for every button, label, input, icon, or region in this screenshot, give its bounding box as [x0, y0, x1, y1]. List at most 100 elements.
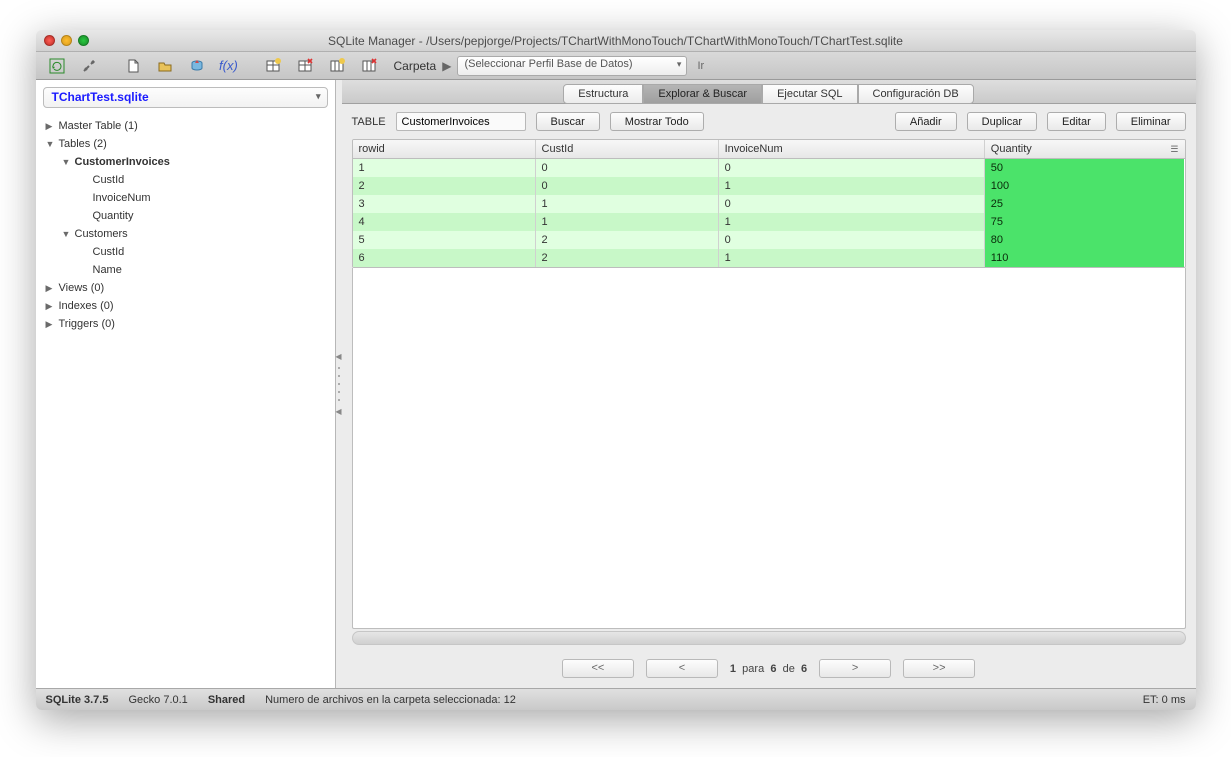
data-grid: rowid CustId InvoiceNum Quantity☰ 100502… — [352, 139, 1186, 268]
table-row[interactable]: 41175 — [353, 213, 1185, 231]
tree-table-customerinvoices[interactable]: ▼CustomerInvoices — [36, 153, 335, 171]
col-rowid[interactable]: rowid — [353, 140, 536, 158]
tab-explorar-buscar[interactable]: Explorar & Buscar — [643, 84, 762, 104]
cell-quantity[interactable]: 25 — [985, 195, 1185, 213]
current-table-name[interactable] — [396, 112, 526, 131]
tree-master-table[interactable]: ▶Master Table (1) — [36, 117, 335, 135]
cell-custid[interactable]: 2 — [536, 249, 719, 267]
ir-button[interactable]: Ir — [697, 60, 704, 72]
tree-views[interactable]: ▶Views (0) — [36, 279, 335, 297]
cell-invoicenum[interactable]: 1 — [719, 177, 985, 195]
table-row[interactable]: 621110 — [353, 249, 1185, 267]
cell-quantity[interactable]: 110 — [985, 249, 1185, 267]
tree-col[interactable]: CustId — [36, 171, 335, 189]
cell-custid[interactable]: 0 — [536, 159, 719, 177]
table-action-bar: TABLE Buscar Mostrar Todo Añadir Duplica… — [342, 104, 1196, 139]
database-picker[interactable]: TChartTest.sqlite — [43, 87, 328, 108]
duplicar-button[interactable]: Duplicar — [967, 112, 1037, 131]
window-title: SQLite Manager - /Users/pepjorge/Project… — [36, 34, 1196, 48]
horizontal-scrollbar[interactable] — [352, 631, 1186, 645]
pager-current: 1 — [730, 663, 736, 675]
tree-col[interactable]: Quantity — [36, 207, 335, 225]
cell-rowid[interactable]: 4 — [353, 213, 536, 231]
tree-triggers[interactable]: ▶Triggers (0) — [36, 315, 335, 333]
pager: << < 1 para 6 de 6 > >> — [342, 653, 1196, 688]
statusbar: SQLite 3.7.5 Gecko 7.0.1 Shared Numero d… — [36, 688, 1196, 710]
cell-custid[interactable]: 1 — [536, 213, 719, 231]
tree-col[interactable]: InvoiceNum — [36, 189, 335, 207]
drop-table-button[interactable] — [290, 55, 320, 77]
anadir-button[interactable]: Añadir — [895, 112, 957, 131]
cell-rowid[interactable]: 1 — [353, 159, 536, 177]
cell-quantity[interactable]: 80 — [985, 231, 1185, 249]
tab-ejecutar-sql[interactable]: Ejecutar SQL — [762, 84, 857, 104]
pager-next-button[interactable]: > — [819, 659, 891, 678]
new-file-button[interactable] — [118, 55, 148, 77]
column-options-icon[interactable]: ☰ — [1170, 144, 1178, 155]
app-window: SQLite Manager - /Users/pepjorge/Project… — [36, 30, 1196, 710]
cell-invoicenum[interactable]: 0 — [719, 231, 985, 249]
carpeta-label: Carpeta — [394, 59, 437, 73]
editar-button[interactable]: Editar — [1047, 112, 1106, 131]
sidebar: TChartTest.sqlite ▶Master Table (1) ▼Tab… — [36, 80, 336, 688]
svg-text:f(x): f(x) — [219, 59, 238, 73]
minimize-window-button[interactable] — [61, 35, 72, 46]
tree-col[interactable]: Name — [36, 261, 335, 279]
settings-button[interactable] — [74, 55, 104, 77]
function-button[interactable]: f(x) — [214, 55, 244, 77]
status-gecko: Gecko 7.0.1 — [128, 694, 187, 706]
table-row[interactable]: 201100 — [353, 177, 1185, 195]
tree-indexes[interactable]: ▶Indexes (0) — [36, 297, 335, 315]
cell-invoicenum[interactable]: 0 — [719, 159, 985, 177]
open-folder-button[interactable] — [150, 55, 180, 77]
col-invoicenum[interactable]: InvoiceNum — [719, 140, 985, 158]
close-window-button[interactable] — [44, 35, 55, 46]
buscar-button[interactable]: Buscar — [536, 112, 600, 131]
tree-table-customers[interactable]: ▼Customers — [36, 225, 335, 243]
cell-quantity[interactable]: 100 — [985, 177, 1185, 195]
cell-quantity[interactable]: 50 — [985, 159, 1185, 177]
cell-custid[interactable]: 1 — [536, 195, 719, 213]
cell-rowid[interactable]: 2 — [353, 177, 536, 195]
carpeta-arrow-icon: ▶ — [442, 59, 451, 73]
col-quantity[interactable]: Quantity☰ — [985, 140, 1185, 158]
status-message: Numero de archivos en la carpeta selecci… — [265, 694, 516, 706]
table-row[interactable]: 10050 — [353, 159, 1185, 177]
toolbar: f(x) Carpeta ▶ (Seleccionar Perfil Base … — [36, 52, 1196, 80]
cell-invoicenum[interactable]: 1 — [719, 213, 985, 231]
tree-col[interactable]: CustId — [36, 243, 335, 261]
new-column-button[interactable] — [322, 55, 352, 77]
pager-prev-button[interactable]: < — [646, 659, 718, 678]
refresh-button[interactable] — [42, 55, 72, 77]
drop-column-button[interactable] — [354, 55, 384, 77]
grid-header: rowid CustId InvoiceNum Quantity☰ — [353, 140, 1185, 159]
cell-rowid[interactable]: 5 — [353, 231, 536, 249]
new-table-button[interactable] — [258, 55, 288, 77]
import-button[interactable] — [182, 55, 212, 77]
cell-quantity[interactable]: 75 — [985, 213, 1185, 231]
table-row[interactable]: 31025 — [353, 195, 1185, 213]
cell-rowid[interactable]: 3 — [353, 195, 536, 213]
db-profile-select[interactable]: (Seleccionar Perfil Base de Datos) — [457, 56, 687, 76]
col-custid[interactable]: CustId — [536, 140, 719, 158]
pager-total-rows: 6 — [801, 663, 807, 675]
schema-tree: ▶Master Table (1) ▼Tables (2) ▼CustomerI… — [36, 115, 335, 688]
cell-invoicenum[interactable]: 1 — [719, 249, 985, 267]
cell-rowid[interactable]: 6 — [353, 249, 536, 267]
mostrar-todo-button[interactable]: Mostrar Todo — [610, 112, 704, 131]
tabbar: Estructura Explorar & Buscar Ejecutar SQ… — [342, 80, 1196, 104]
pager-first-button[interactable]: << — [562, 659, 634, 678]
pager-last-button[interactable]: >> — [903, 659, 975, 678]
cell-custid[interactable]: 2 — [536, 231, 719, 249]
cell-invoicenum[interactable]: 0 — [719, 195, 985, 213]
titlebar: SQLite Manager - /Users/pepjorge/Project… — [36, 30, 1196, 52]
zoom-window-button[interactable] — [78, 35, 89, 46]
tree-tables[interactable]: ▼Tables (2) — [36, 135, 335, 153]
tab-estructura[interactable]: Estructura — [563, 84, 643, 104]
table-row[interactable]: 52080 — [353, 231, 1185, 249]
eliminar-button[interactable]: Eliminar — [1116, 112, 1186, 131]
tab-configuracion-db[interactable]: Configuración DB — [858, 84, 974, 104]
status-sqlite: SQLite 3.7.5 — [46, 694, 109, 706]
cell-custid[interactable]: 0 — [536, 177, 719, 195]
pager-total-pages: 6 — [770, 663, 776, 675]
